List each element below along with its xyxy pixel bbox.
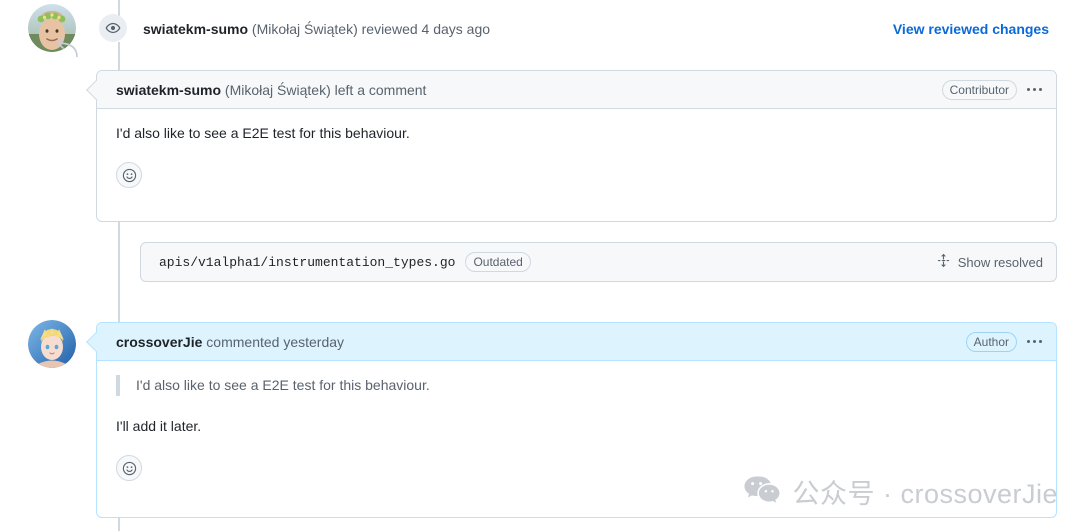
review-comment-card: swiatekm-sumo (Mikołaj Świątek) left a c… (86, 70, 1057, 222)
author-comment-meta: commented yesterday (202, 333, 345, 350)
file-path[interactable]: apis/v1alpha1/instrumentation_types.go (159, 255, 455, 270)
github-pr-conversation: swiatekm-sumo (Mikołaj Świątek) reviewed… (0, 0, 1080, 531)
author-comment-byline: crossoverJie commented yesterday (116, 332, 344, 352)
smiley-face-icon[interactable] (116, 162, 142, 188)
outdated-badge: Outdated (465, 252, 531, 272)
contributor-badge: Contributor (941, 79, 1017, 100)
reviewer-username[interactable]: swiatekm-sumo (143, 21, 248, 37)
review-comment-header-actions: Contributor (941, 79, 1044, 100)
view-reviewed-changes-link[interactable]: View reviewed changes (893, 19, 1049, 39)
show-resolved-label: Show resolved (957, 254, 1043, 270)
kebab-menu-icon[interactable] (1025, 336, 1044, 347)
review-status-text: swiatekm-sumo (Mikołaj Świątek) reviewed… (143, 19, 490, 39)
eye-icon (99, 14, 127, 42)
reviewer-meta: (Mikołaj Świątek) reviewed 4 days ago (248, 21, 491, 37)
smiley-face-icon[interactable] (116, 455, 142, 481)
review-comment-byline: swiatekm-sumo (Mikołaj Świątek) left a c… (116, 80, 426, 100)
outdated-file-row[interactable]: apis/v1alpha1/instrumentation_types.go O… (140, 242, 1057, 282)
show-resolved-button[interactable]: Show resolved (936, 253, 1043, 271)
avatar-author[interactable] (28, 320, 76, 368)
review-comment-header: swiatekm-sumo (Mikołaj Świątek) left a c… (97, 71, 1056, 109)
author-comment-text: I'll add it later. (116, 418, 202, 434)
author-badge: Author (965, 331, 1017, 352)
reply-arrow-icon (52, 36, 80, 60)
review-comment-meta: (Mikołaj Świątek) left a comment (221, 81, 427, 98)
author-comment-header-actions: Author (965, 331, 1044, 352)
review-comment-username[interactable]: swiatekm-sumo (116, 82, 221, 98)
unfold-icon (936, 253, 951, 271)
review-comment-text: I'd also like to see a E2E test for this… (116, 125, 410, 141)
blockquote: I'd also like to see a E2E test for this… (116, 375, 1037, 396)
kebab-menu-icon[interactable] (1025, 84, 1044, 95)
timeline-rail-middle (118, 222, 120, 322)
author-comment-card: crossoverJie commented yesterday Author … (86, 322, 1057, 518)
timeline-rail-bottom (118, 518, 120, 531)
author-comment-username[interactable]: crossoverJie (116, 334, 202, 350)
review-comment-body: I'd also like to see a E2E test for this… (97, 109, 1056, 188)
review-header-row: swiatekm-sumo (Mikołaj Świątek) reviewed… (0, 0, 1080, 58)
author-comment-header: crossoverJie commented yesterday Author (97, 323, 1056, 361)
author-comment-body: I'd also like to see a E2E test for this… (97, 361, 1056, 481)
